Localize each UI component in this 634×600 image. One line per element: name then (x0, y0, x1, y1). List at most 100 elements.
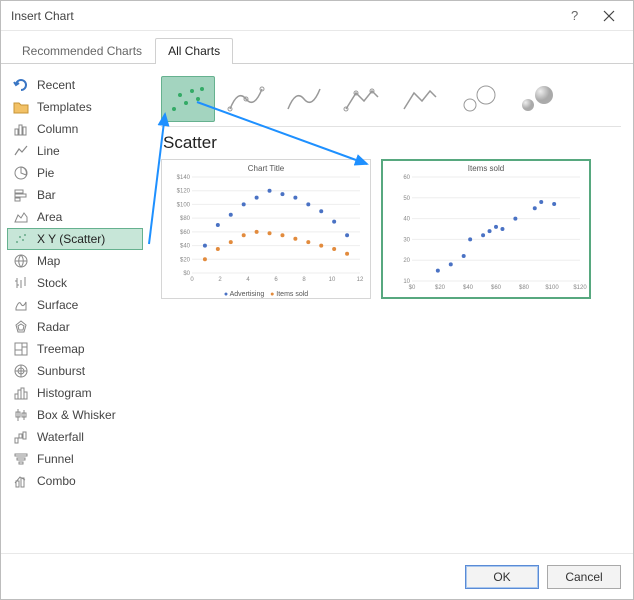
svg-text:10: 10 (329, 277, 336, 283)
tab-recommended[interactable]: Recommended Charts (9, 38, 155, 64)
preview2-title: Items sold (388, 164, 584, 173)
sidebar-item-funnel[interactable]: Funnel (7, 448, 143, 470)
sidebar-item-pie[interactable]: Pie (7, 162, 143, 184)
svg-text:2: 2 (218, 277, 222, 283)
column-chart-icon (13, 121, 29, 137)
tab-strip: Recommended Charts All Charts (1, 31, 633, 64)
chart-preview-2[interactable]: Items sold 102030405060$0$20$40$60$80$10… (381, 159, 591, 299)
legend-advertising: Advertising (230, 291, 265, 298)
cancel-button[interactable]: Cancel (547, 565, 621, 589)
bar-chart-icon (13, 187, 29, 203)
svg-text:$20: $20 (180, 257, 191, 263)
subtype-scatter-smooth[interactable] (277, 76, 331, 122)
sidebar-item-label: Box & Whisker (37, 408, 116, 422)
sidebar-item-label: Line (37, 144, 60, 158)
sidebar-item-label: Pie (37, 166, 54, 180)
sidebar-item-combo[interactable]: Combo (7, 470, 143, 492)
sidebar-item-label: Column (37, 122, 78, 136)
sidebar-item-boxwhisker[interactable]: Box & Whisker (7, 404, 143, 426)
main-panel: Scatter Chart Title $0$20$40$60$80$100$1… (149, 64, 633, 552)
sidebar-item-radar[interactable]: Radar (7, 316, 143, 338)
funnel-icon (13, 451, 29, 467)
svg-text:$80: $80 (180, 216, 191, 222)
svg-text:?: ? (571, 8, 578, 23)
help-button[interactable]: ? (561, 1, 593, 31)
sidebar-item-waterfall[interactable]: Waterfall (7, 426, 143, 448)
sidebar-item-scatter[interactable]: X Y (Scatter) (7, 228, 143, 250)
sidebar-item-area[interactable]: Area (7, 206, 143, 228)
sidebar-item-label: Treemap (37, 342, 85, 356)
sidebar-item-label: Radar (37, 320, 70, 334)
sidebar-item-surface[interactable]: Surface (7, 294, 143, 316)
preview1-plot: $0$20$40$60$80$100$120$140024681012 (168, 175, 364, 287)
sidebar-item-label: X Y (Scatter) (37, 232, 105, 246)
sidebar-item-histogram[interactable]: Histogram (7, 382, 143, 404)
sidebar-item-stock[interactable]: Stock (7, 272, 143, 294)
sidebar-item-label: Recent (37, 78, 75, 92)
tab-all-charts[interactable]: All Charts (155, 38, 233, 64)
svg-text:0: 0 (190, 277, 194, 283)
sidebar-item-treemap[interactable]: Treemap (7, 338, 143, 360)
svg-text:$120: $120 (573, 285, 587, 291)
preview1-legend: ● Advertising ● Items sold (168, 291, 364, 298)
sidebar-item-label: Stock (37, 276, 67, 290)
sidebar-item-line[interactable]: Line (7, 140, 143, 162)
scatter-chart-icon (13, 231, 29, 247)
surface-chart-icon (13, 297, 29, 313)
waterfall-icon (13, 429, 29, 445)
sidebar-item-map[interactable]: Map (7, 250, 143, 272)
svg-text:20: 20 (403, 258, 410, 264)
sidebar-item-sunburst[interactable]: Sunburst (7, 360, 143, 382)
svg-text:$40: $40 (463, 285, 474, 291)
dialog-footer: OK Cancel (1, 553, 633, 599)
close-button[interactable] (593, 1, 625, 31)
svg-text:12: 12 (357, 277, 364, 283)
recent-icon (13, 77, 29, 93)
sidebar-item-label: Combo (37, 474, 76, 488)
dialog-body: Recent Templates Column Line Pie Bar Are… (1, 64, 633, 552)
radar-chart-icon (13, 319, 29, 335)
sidebar-item-recent[interactable]: Recent (7, 74, 143, 96)
area-chart-icon (13, 209, 29, 225)
sidebar-item-label: Area (37, 210, 62, 224)
svg-text:50: 50 (403, 196, 410, 202)
sidebar-item-label: Surface (37, 298, 78, 312)
sunburst-icon (13, 363, 29, 379)
folder-icon (13, 99, 29, 115)
svg-text:$40: $40 (180, 244, 191, 250)
subtype-scatter-straight-markers[interactable] (335, 76, 389, 122)
svg-text:$0: $0 (409, 285, 416, 291)
sidebar-item-label: Funnel (37, 452, 74, 466)
subtype-scatter-smooth-markers[interactable] (219, 76, 273, 122)
line-chart-icon (13, 143, 29, 159)
subtype-bubble[interactable] (451, 76, 505, 122)
sidebar-item-label: Histogram (37, 386, 92, 400)
sidebar-item-column[interactable]: Column (7, 118, 143, 140)
subtype-row (161, 76, 621, 122)
sidebar-item-label: Waterfall (37, 430, 84, 444)
svg-text:4: 4 (246, 277, 250, 283)
titlebar: Insert Chart ? (1, 1, 633, 31)
subtype-scatter[interactable] (161, 76, 215, 122)
window-title: Insert Chart (11, 9, 561, 23)
chart-type-title: Scatter (163, 133, 621, 153)
ok-button[interactable]: OK (465, 565, 539, 589)
svg-text:$60: $60 (180, 230, 191, 236)
subtype-scatter-straight[interactable] (393, 76, 447, 122)
svg-text:$120: $120 (177, 189, 191, 195)
sidebar-item-bar[interactable]: Bar (7, 184, 143, 206)
map-icon (13, 253, 29, 269)
combo-chart-icon (13, 473, 29, 489)
svg-text:6: 6 (274, 277, 278, 283)
subtype-bubble-3d[interactable] (509, 76, 563, 122)
sidebar-item-templates[interactable]: Templates (7, 96, 143, 118)
svg-text:$60: $60 (491, 285, 502, 291)
stock-chart-icon (13, 275, 29, 291)
pie-chart-icon (13, 165, 29, 181)
sidebar-item-label: Bar (37, 188, 56, 202)
svg-text:$100: $100 (177, 202, 191, 208)
chart-preview-1[interactable]: Chart Title $0$20$40$60$80$100$120$14002… (161, 159, 371, 299)
preview2-plot: 102030405060$0$20$40$60$80$100$120 (388, 175, 584, 295)
svg-text:60: 60 (403, 175, 410, 181)
svg-text:$20: $20 (435, 285, 446, 291)
